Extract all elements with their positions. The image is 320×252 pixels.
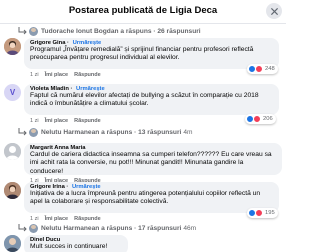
replies-summary: Nelutu Harmanean a răspuns · 17 răspunsu…: [41, 224, 197, 232]
reply-arrow-icon: [18, 128, 27, 136]
like-button[interactable]: Îmi place: [45, 216, 69, 222]
close-icon: [270, 7, 278, 15]
view-replies-link[interactable]: Nelutu Harmanean a răspuns · 17 răspunsu…: [18, 223, 196, 233]
reaction-summary[interactable]: 206: [245, 114, 276, 124]
love-reaction-icon: [253, 115, 261, 123]
comment-bubble: Grigore Irina · Urmărește Inițiativa de …: [24, 182, 279, 213]
default-avatar-icon: [4, 143, 21, 160]
comment-time[interactable]: 1 zi: [30, 216, 39, 222]
replies-summary: Nelutu Harmanean a răspuns · 13 răspunsu…: [41, 128, 193, 136]
view-replies-link[interactable]: Nelutu Harmanean a răspuns · 13 răspunsu…: [18, 127, 193, 137]
avatar: [29, 223, 38, 233]
comment-bubble: Margarit Anna Maria Cardul de cariera di…: [24, 143, 282, 175]
reply-arrow-icon: [18, 27, 27, 35]
reaction-summary[interactable]: 248: [247, 64, 278, 74]
dialog-header: Postarea publicată de Ligia Deca: [0, 0, 286, 24]
comment-bubble: Dinel Ducu Mult succes in continuare!124: [24, 235, 128, 252]
like-button[interactable]: Îmi place: [45, 72, 69, 78]
comment-text: Faptul că numărul elevilor afectați de b…: [30, 92, 259, 108]
profile-photo-icon: [4, 182, 21, 199]
avatar: [4, 182, 21, 199]
reply-button[interactable]: Răspunde: [74, 216, 101, 222]
love-reaction-icon: [255, 209, 263, 217]
avatar: V: [4, 84, 21, 101]
view-replies-link[interactable]: Tudorache Ionut Bogdan a răspuns · 26 ră…: [18, 26, 201, 36]
avatar-letter: V: [9, 88, 16, 97]
reaction-summary[interactable]: 195: [247, 208, 278, 218]
comment-bubble: Violeta Mladin · Urmărește Faptul că num…: [24, 84, 279, 115]
avatar: [4, 38, 21, 55]
comment-actions: 1 zi Îmi place Răspunde: [30, 118, 107, 124]
avatar: [4, 235, 21, 252]
comment-text: Mult succes in continuare!124: [30, 243, 122, 252]
profile-photo-icon: [4, 38, 21, 55]
dialog-title: Postarea publicată de Ligia Deca: [68, 5, 218, 16]
comment-time[interactable]: 1 zi: [30, 72, 39, 78]
close-button[interactable]: [266, 3, 282, 19]
comment-text: Programul „Învățare remedială” și spriji…: [30, 46, 254, 62]
comment-time[interactable]: 1 zi: [30, 118, 39, 124]
reply-button[interactable]: Răspunde: [74, 72, 101, 78]
love-reaction-icon: [255, 65, 263, 73]
avatar: [29, 127, 38, 137]
reaction-count: 206: [263, 116, 273, 122]
reply-button[interactable]: Răspunde: [74, 118, 101, 124]
comment-actions: 1 zi Îmi place Răspunde: [30, 72, 107, 78]
reply-arrow-icon: [18, 224, 27, 232]
comment-bubble: Grigore Gina · Urmărește Programul „Învă…: [24, 38, 279, 69]
comment-text: Cardul de cariera didactica inseamna sa …: [30, 151, 272, 175]
like-button[interactable]: Îmi place: [45, 118, 69, 124]
reaction-count: 195: [265, 210, 275, 216]
reaction-count: 248: [265, 66, 275, 72]
avatar: [29, 26, 38, 36]
avatar: [4, 143, 21, 160]
replies-summary: Tudorache Ionut Bogdan a răspuns · 26 ră…: [41, 27, 201, 35]
comment-actions: 1 zi Îmi place Răspunde: [30, 216, 107, 222]
comment-text: Inițiativa de a lucra împreună pentru at…: [30, 190, 261, 206]
profile-photo-icon: [4, 235, 21, 252]
